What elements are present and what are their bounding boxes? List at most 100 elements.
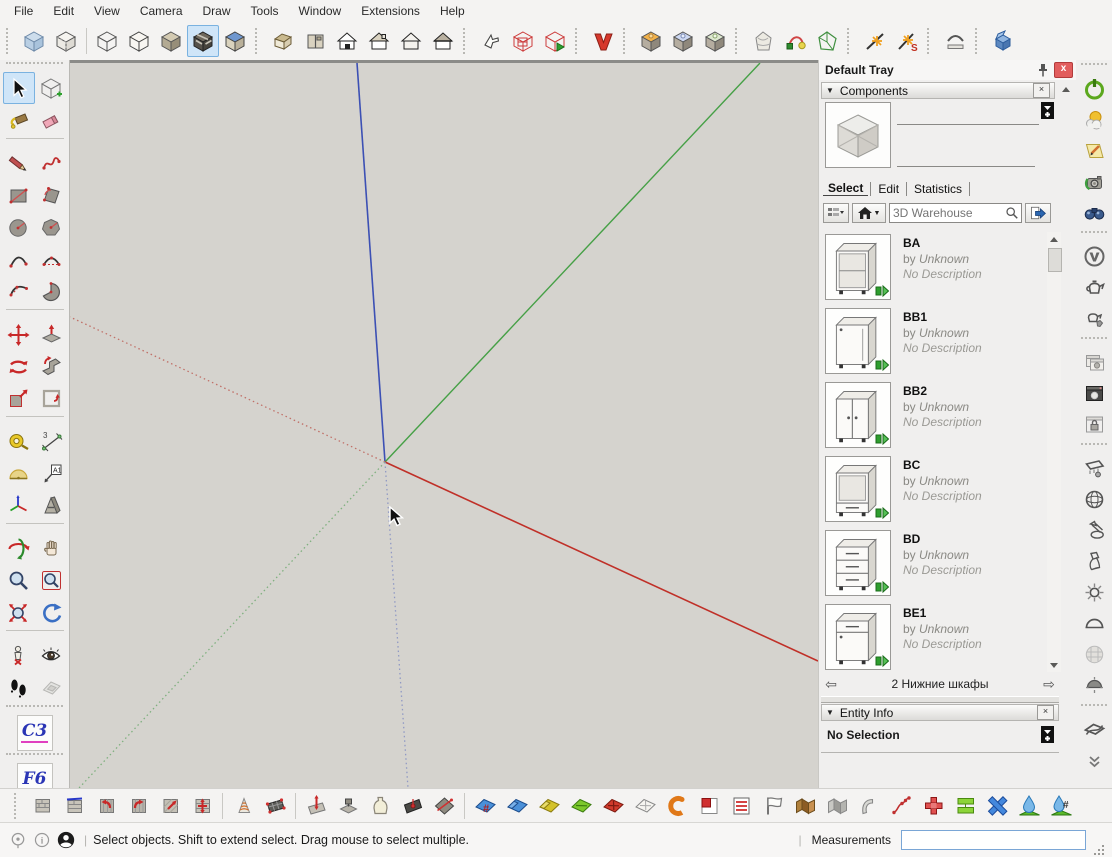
components-close-icon[interactable]: × (1033, 83, 1050, 98)
curve-points-button[interactable] (885, 790, 917, 822)
advanced-search-button[interactable] (1025, 203, 1051, 223)
menu-camera[interactable]: Camera (130, 1, 193, 21)
round-corner-blue-button[interactable] (667, 25, 699, 57)
three-point-arc-button[interactable] (3, 275, 35, 307)
component-description-field[interactable] (897, 126, 1035, 167)
menu-window[interactable]: Window (289, 1, 352, 21)
view-back-button[interactable] (395, 25, 427, 57)
entity-info-section-header[interactable]: ▼ Entity Info × (821, 704, 1059, 721)
sandbox-from-scratch-button[interactable] (259, 790, 291, 822)
drop-hash-button[interactable]: # (1045, 790, 1077, 822)
components-section-header[interactable]: ▼ Components × (821, 82, 1055, 99)
circle-button[interactable] (3, 211, 35, 243)
protractor-button[interactable] (3, 457, 35, 489)
texture-position-button[interactable] (26, 790, 58, 822)
select-button[interactable] (3, 72, 35, 104)
texture-scale-button[interactable] (186, 790, 218, 822)
flag-white-button[interactable] (757, 790, 789, 822)
light-rect-button[interactable] (1078, 453, 1110, 484)
vray-camera-button[interactable] (1078, 166, 1110, 197)
line-button[interactable] (3, 147, 35, 179)
menu-help[interactable]: Help (430, 1, 475, 21)
drawing-canvas[interactable] (70, 60, 818, 788)
toolbar-grip[interactable] (1081, 443, 1107, 450)
zoom-button[interactable] (3, 564, 35, 596)
menu-extensions[interactable]: Extensions (351, 1, 430, 21)
scale-button[interactable] (3, 382, 35, 414)
frame-buffer-lock-button[interactable] (1078, 409, 1110, 440)
toolbar-grip[interactable] (927, 28, 936, 54)
render-teapot-button[interactable] (1078, 272, 1110, 303)
texture-position-blue-button[interactable] (58, 790, 90, 822)
look-around-button[interactable] (36, 639, 68, 671)
vray-logo-button[interactable] (587, 25, 619, 57)
rotated-rectangle-button[interactable] (36, 179, 68, 211)
zoom-extents-button[interactable] (3, 596, 35, 628)
position-camera-button[interactable] (3, 639, 35, 671)
chevron-more-button[interactable] (1078, 745, 1110, 776)
plane-yellow-button[interactable] (533, 790, 565, 822)
polygon-button[interactable] (36, 211, 68, 243)
split-green-button[interactable] (949, 790, 981, 822)
toolbar-grip[interactable] (6, 28, 15, 54)
style-back-edges-button[interactable] (50, 25, 82, 57)
toolbar-grip[interactable] (6, 753, 63, 761)
red-cabinet-button[interactable] (507, 25, 539, 57)
entity-detail-toggle[interactable] (1041, 726, 1054, 743)
component-item-be1[interactable]: BE1by UnknownNo Description (825, 602, 1045, 676)
lines-red-button[interactable] (725, 790, 757, 822)
texture-rotate-right-button[interactable] (122, 790, 154, 822)
toolbar-grip[interactable] (1081, 337, 1107, 344)
drop-green-button[interactable] (1013, 790, 1045, 822)
tray-splitter[interactable] (821, 696, 1059, 703)
section-plane-button[interactable] (36, 671, 68, 703)
toolbar-grip[interactable] (6, 705, 63, 713)
next-page-icon[interactable]: ⇨ (1037, 676, 1061, 693)
frame-buffer-stack-button[interactable] (1078, 347, 1110, 378)
toolbar-grip[interactable] (1081, 231, 1107, 238)
component-detail-toggle[interactable] (1041, 102, 1054, 119)
component-item-bb1[interactable]: BB1by UnknownNo Description (825, 306, 1045, 380)
plus-red-button[interactable] (917, 790, 949, 822)
hook-gray-button[interactable] (853, 790, 885, 822)
spark-line-s-button[interactable]: S (891, 25, 923, 57)
geolocate-icon[interactable] (6, 828, 30, 852)
curve-anim-button[interactable] (779, 25, 811, 57)
view-right-button[interactable] (363, 25, 395, 57)
menu-edit[interactable]: Edit (43, 1, 84, 21)
collapse-triangle-icon[interactable]: ▼ (826, 86, 834, 95)
plane-red-button[interactable] (597, 790, 629, 822)
walk-button[interactable] (3, 671, 35, 703)
toolbar-grip[interactable] (1081, 63, 1107, 70)
zoom-window-button[interactable] (36, 564, 68, 596)
rotate-button[interactable] (3, 350, 35, 382)
cross-blue-button[interactable] (981, 790, 1013, 822)
sandbox-smoove-button[interactable] (300, 790, 332, 822)
style-hidden-line-button[interactable] (123, 25, 155, 57)
frame-buffer-button[interactable] (1078, 378, 1110, 409)
plane-blue-hash-button[interactable]: # (469, 790, 501, 822)
list-scrollbar[interactable] (1047, 232, 1061, 672)
sandbox-drape-button[interactable] (364, 790, 396, 822)
axes-button[interactable] (3, 489, 35, 521)
make-component-button[interactable] (36, 72, 68, 104)
view-options-button[interactable] (823, 203, 849, 223)
scroll-up-button[interactable] (1047, 232, 1061, 246)
toolbar-grip[interactable] (847, 28, 856, 54)
search-input[interactable] (890, 206, 1003, 220)
pan-button[interactable] (36, 532, 68, 564)
info-icon[interactable]: i (30, 828, 54, 852)
light-ies-button[interactable] (1078, 546, 1110, 577)
move-button[interactable] (3, 318, 35, 350)
tab-select[interactable]: Select (823, 181, 868, 196)
resize-grip-icon[interactable] (1092, 843, 1106, 857)
blue-box-button[interactable] (987, 25, 1019, 57)
collapse-triangle-icon[interactable]: ▼ (826, 708, 834, 717)
scroll-down-button[interactable] (1047, 658, 1061, 672)
sandbox-stamp-button[interactable] (332, 790, 364, 822)
eraser-button[interactable] (36, 104, 68, 136)
plane-white-button[interactable] (629, 790, 661, 822)
light-omni-button[interactable] (1078, 577, 1110, 608)
view-front-button[interactable] (331, 25, 363, 57)
tray-close-icon[interactable]: x (1054, 62, 1073, 78)
